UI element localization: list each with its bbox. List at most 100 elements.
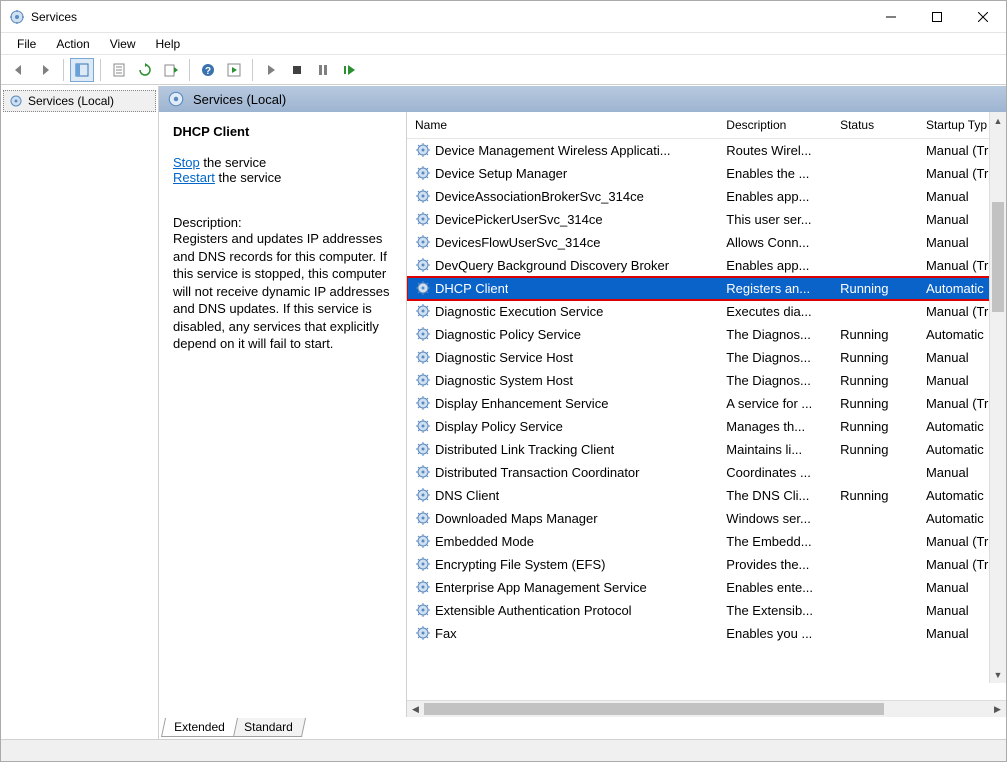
main-area: Services (Local) Services (Local) DHCP C… (1, 85, 1006, 739)
column-header-description[interactable]: Description (718, 112, 832, 139)
service-status (832, 553, 918, 576)
service-name: Diagnostic Execution Service (435, 304, 603, 319)
tab-extended-label: Extended (174, 720, 225, 734)
table-row[interactable]: DevQuery Background Discovery BrokerEnab… (407, 254, 1006, 277)
service-name: Encrypting File System (EFS) (435, 557, 606, 572)
table-row[interactable]: Embedded ModeThe Embedd...Manual (Tr (407, 530, 1006, 553)
menu-view[interactable]: View (100, 35, 146, 53)
hscroll-track[interactable] (424, 701, 989, 717)
stop-service-button[interactable] (285, 58, 309, 82)
menu-file[interactable]: File (7, 35, 46, 53)
service-status (832, 599, 918, 622)
table-row[interactable]: Enterprise App Management ServiceEnables… (407, 576, 1006, 599)
table-row[interactable]: Diagnostic Service HostThe Diagnos...Run… (407, 346, 1006, 369)
table-row[interactable]: Display Enhancement ServiceA service for… (407, 392, 1006, 415)
service-status (832, 208, 918, 231)
gear-icon (415, 188, 431, 204)
gear-icon (415, 165, 431, 181)
close-button[interactable] (960, 2, 1006, 32)
content-header: Services (Local) (159, 86, 1006, 112)
service-description: Executes dia... (718, 300, 832, 323)
table-row[interactable]: Diagnostic Policy ServiceThe Diagnos...R… (407, 323, 1006, 346)
gear-icon (415, 211, 431, 227)
table-row[interactable]: Device Management Wireless Applicati...R… (407, 139, 1006, 162)
show-hide-tree-button[interactable] (70, 58, 94, 82)
table-row[interactable]: Distributed Transaction CoordinatorCoord… (407, 461, 1006, 484)
service-description: The Embedd... (718, 530, 832, 553)
table-row[interactable]: DevicePickerUserSvc_314ce This user ser..… (407, 208, 1006, 231)
titlebar: Services (1, 1, 1006, 33)
column-header-status[interactable]: Status (832, 112, 918, 139)
table-row[interactable]: Device Setup ManagerEnables the ...Manua… (407, 162, 1006, 185)
table-row[interactable]: DeviceAssociationBrokerSvc_314ceEnables … (407, 185, 1006, 208)
help-button[interactable]: ? (196, 58, 220, 82)
scroll-down-arrow-icon[interactable]: ▼ (990, 666, 1006, 683)
gear-icon (415, 418, 431, 434)
pause-service-button[interactable] (311, 58, 335, 82)
gear-icon (415, 510, 431, 526)
table-row[interactable]: FaxEnables you ...Manual (407, 622, 1006, 645)
service-status: Running (832, 438, 918, 461)
window-controls (868, 2, 1006, 32)
gear-icon (415, 602, 431, 618)
refresh-button[interactable] (133, 58, 157, 82)
export-list-button[interactable] (159, 58, 183, 82)
service-name: Downloaded Maps Manager (435, 511, 598, 526)
service-name: DevicesFlowUserSvc_314ce (435, 235, 600, 250)
service-name: Fax (435, 626, 457, 641)
gear-icon (415, 441, 431, 457)
service-name: DevicePickerUserSvc_314ce (435, 212, 603, 227)
column-header-name[interactable]: Name (407, 112, 718, 139)
table-row[interactable]: Diagnostic Execution Service Executes dia… (407, 300, 1006, 323)
service-status (832, 162, 918, 185)
scroll-right-arrow-icon[interactable]: ▶ (989, 704, 1006, 715)
list-scroll-area: Name Description Status Startup Typ Devi… (407, 112, 1006, 700)
horizontal-scrollbar[interactable]: ◀ ▶ (407, 700, 1006, 717)
stop-service-link[interactable]: Stop (173, 155, 200, 170)
service-status: Running (832, 392, 918, 415)
show-hide-action-pane-button[interactable] (222, 58, 246, 82)
service-status: Running (832, 277, 918, 300)
table-row[interactable]: DHCP ClientRegisters an...RunningAutomat… (407, 277, 1006, 300)
toolbar-separator (63, 59, 64, 81)
service-description: A service for ... (718, 392, 832, 415)
tab-standard[interactable]: Standard (231, 718, 306, 737)
service-description: Enables you ... (718, 622, 832, 645)
table-row[interactable]: Distributed Link Tracking ClientMaintain… (407, 438, 1006, 461)
service-name: Embedded Mode (435, 534, 534, 549)
start-service-button[interactable] (259, 58, 283, 82)
tree-item-services-local[interactable]: Services (Local) (3, 90, 156, 112)
scroll-up-arrow-icon[interactable]: ▲ (990, 112, 1006, 129)
description-label: Description: (173, 215, 392, 230)
service-status (832, 139, 918, 162)
table-row[interactable]: Encrypting File System (EFS)Provides the… (407, 553, 1006, 576)
gear-icon (167, 90, 185, 108)
table-row[interactable]: DevicesFlowUserSvc_314ceAllows Conn...Ma… (407, 231, 1006, 254)
maximize-button[interactable] (914, 2, 960, 32)
tab-extended[interactable]: Extended (161, 718, 238, 737)
hscroll-thumb[interactable] (424, 703, 884, 715)
menu-help[interactable]: Help (146, 35, 191, 53)
table-row[interactable]: Downloaded Maps ManagerWindows ser...Aut… (407, 507, 1006, 530)
minimize-button[interactable] (868, 2, 914, 32)
gear-icon (415, 487, 431, 503)
service-description: The DNS Cli... (718, 484, 832, 507)
service-description: Registers an... (718, 277, 832, 300)
table-row[interactable]: Display Policy ServiceManages th...Runni… (407, 415, 1006, 438)
service-status: Running (832, 484, 918, 507)
back-button[interactable] (7, 58, 31, 82)
gear-icon (415, 142, 431, 158)
properties-button[interactable] (107, 58, 131, 82)
scroll-thumb[interactable] (992, 202, 1004, 312)
vertical-scrollbar[interactable]: ▲ ▼ (989, 112, 1006, 683)
table-row[interactable]: Extensible Authentication ProtocolThe Ex… (407, 599, 1006, 622)
scroll-left-arrow-icon[interactable]: ◀ (407, 704, 424, 715)
service-name: Device Management Wireless Applicati... (435, 143, 671, 158)
table-row[interactable]: Diagnostic System HostThe Diagnos...Runn… (407, 369, 1006, 392)
menu-action[interactable]: Action (46, 35, 99, 53)
restart-service-link[interactable]: Restart (173, 170, 215, 185)
table-row[interactable]: DNS ClientThe DNS Cli...RunningAutomatic (407, 484, 1006, 507)
restart-service-button[interactable] (337, 58, 361, 82)
service-description: This user ser... (718, 208, 832, 231)
forward-button[interactable] (33, 58, 57, 82)
